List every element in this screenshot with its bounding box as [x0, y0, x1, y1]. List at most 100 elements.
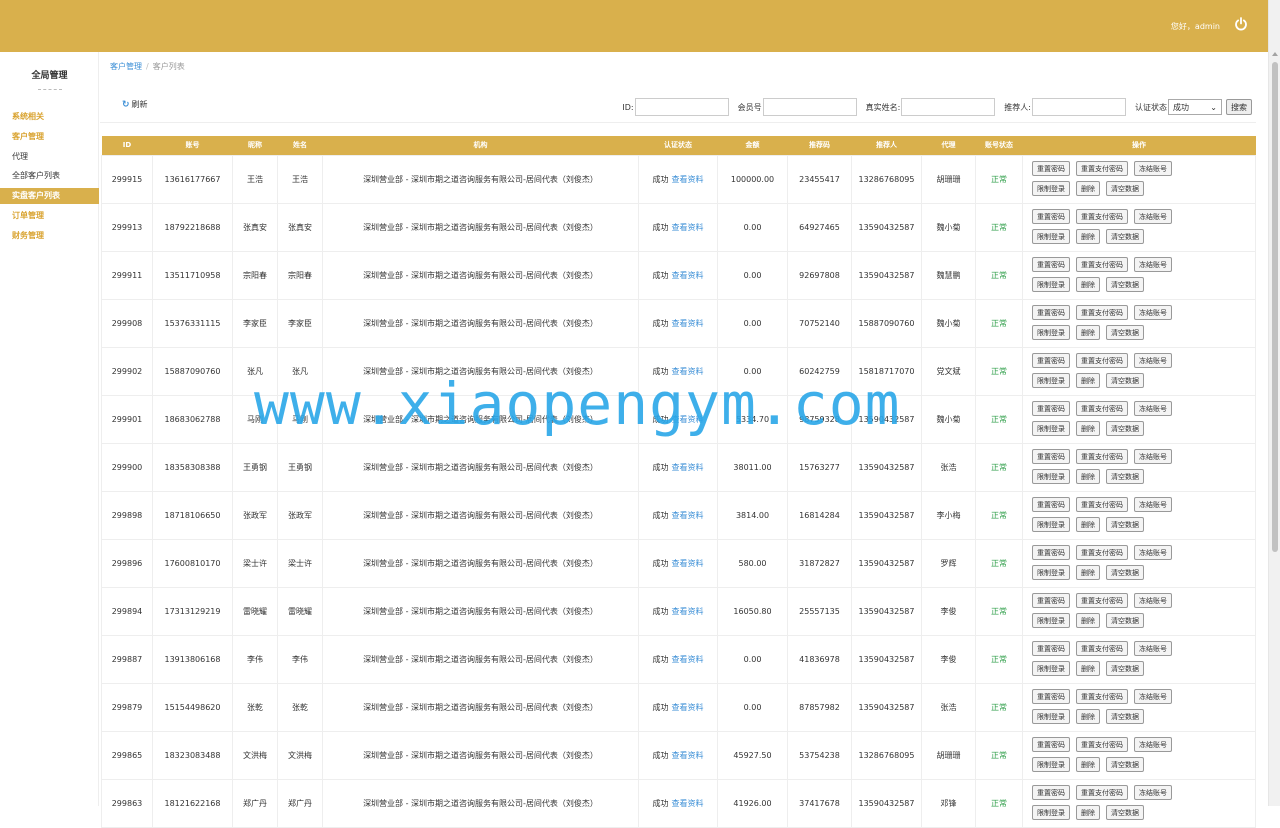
sidebar-item[interactable]: 订单管理	[0, 208, 99, 224]
delete-button[interactable]: 删除	[1076, 469, 1100, 484]
freeze-account-button[interactable]: 冻结账号	[1134, 689, 1172, 704]
sidebar-item[interactable]: 财务管理	[0, 228, 99, 244]
clear-data-button[interactable]: 清空数据	[1106, 661, 1144, 676]
clear-data-button[interactable]: 清空数据	[1106, 709, 1144, 724]
scroll-up-arrow-icon[interactable]	[1272, 52, 1278, 56]
freeze-account-button[interactable]: 冻结账号	[1134, 257, 1172, 272]
reset-password-button[interactable]: 重置密码	[1032, 305, 1070, 320]
restrict-login-button[interactable]: 限制登录	[1032, 229, 1070, 244]
reset-password-button[interactable]: 重置密码	[1032, 401, 1070, 416]
view-profile-link[interactable]: 查看资料	[672, 703, 704, 712]
reset-pay-password-button[interactable]: 重置支付密码	[1076, 737, 1128, 752]
reset-pay-password-button[interactable]: 重置支付密码	[1076, 785, 1128, 800]
view-profile-link[interactable]: 查看资料	[672, 559, 704, 568]
delete-button[interactable]: 删除	[1076, 565, 1100, 580]
delete-button[interactable]: 删除	[1076, 325, 1100, 340]
freeze-account-button[interactable]: 冻结账号	[1134, 545, 1172, 560]
reset-pay-password-button[interactable]: 重置支付密码	[1076, 689, 1128, 704]
restrict-login-button[interactable]: 限制登录	[1032, 421, 1070, 436]
restrict-login-button[interactable]: 限制登录	[1032, 373, 1070, 388]
referrer-input[interactable]	[1032, 98, 1126, 116]
reset-pay-password-button[interactable]: 重置支付密码	[1076, 449, 1128, 464]
clear-data-button[interactable]: 清空数据	[1106, 421, 1144, 436]
reset-password-button[interactable]: 重置密码	[1032, 689, 1070, 704]
reset-password-button[interactable]: 重置密码	[1032, 737, 1070, 752]
restrict-login-button[interactable]: 限制登录	[1032, 661, 1070, 676]
restrict-login-button[interactable]: 限制登录	[1032, 565, 1070, 580]
clear-data-button[interactable]: 清空数据	[1106, 229, 1144, 244]
clear-data-button[interactable]: 清空数据	[1106, 757, 1144, 772]
freeze-account-button[interactable]: 冻结账号	[1134, 449, 1172, 464]
restrict-login-button[interactable]: 限制登录	[1032, 757, 1070, 772]
restrict-login-button[interactable]: 限制登录	[1032, 469, 1070, 484]
freeze-account-button[interactable]: 冻结账号	[1134, 497, 1172, 512]
delete-button[interactable]: 删除	[1076, 517, 1100, 532]
restrict-login-button[interactable]: 限制登录	[1032, 613, 1070, 628]
clear-data-button[interactable]: 清空数据	[1106, 373, 1144, 388]
reset-password-button[interactable]: 重置密码	[1032, 545, 1070, 560]
view-profile-link[interactable]: 查看资料	[672, 511, 704, 520]
reset-pay-password-button[interactable]: 重置支付密码	[1076, 257, 1128, 272]
freeze-account-button[interactable]: 冻结账号	[1134, 593, 1172, 608]
clear-data-button[interactable]: 清空数据	[1106, 517, 1144, 532]
auth-status-select[interactable]: 成功 ⌄	[1168, 99, 1222, 115]
restrict-login-button[interactable]: 限制登录	[1032, 709, 1070, 724]
reset-password-button[interactable]: 重置密码	[1032, 449, 1070, 464]
clear-data-button[interactable]: 清空数据	[1106, 469, 1144, 484]
reset-password-button[interactable]: 重置密码	[1032, 161, 1070, 176]
restrict-login-button[interactable]: 限制登录	[1032, 181, 1070, 196]
reset-password-button[interactable]: 重置密码	[1032, 497, 1070, 512]
view-profile-link[interactable]: 查看资料	[672, 319, 704, 328]
refresh-button[interactable]: ↻ 刷新	[122, 99, 148, 110]
delete-button[interactable]: 删除	[1076, 373, 1100, 388]
realname-input[interactable]	[901, 98, 996, 116]
restrict-login-button[interactable]: 限制登录	[1032, 277, 1070, 292]
scrollbar-thumb[interactable]	[1272, 62, 1278, 552]
delete-button[interactable]: 删除	[1076, 421, 1100, 436]
freeze-account-button[interactable]: 冻结账号	[1134, 161, 1172, 176]
delete-button[interactable]: 删除	[1076, 181, 1100, 196]
view-profile-link[interactable]: 查看资料	[672, 175, 704, 184]
clear-data-button[interactable]: 清空数据	[1106, 325, 1144, 340]
reset-pay-password-button[interactable]: 重置支付密码	[1076, 161, 1128, 176]
delete-button[interactable]: 删除	[1076, 277, 1100, 292]
breadcrumb-parent[interactable]: 客户管理	[110, 62, 142, 71]
sidebar-item[interactable]: 代理	[0, 149, 99, 165]
clear-data-button[interactable]: 清空数据	[1106, 181, 1144, 196]
sidebar-item[interactable]: 实盘客户列表	[0, 188, 99, 205]
view-profile-link[interactable]: 查看资料	[672, 271, 704, 280]
view-profile-link[interactable]: 查看资料	[672, 655, 704, 664]
delete-button[interactable]: 删除	[1076, 805, 1100, 820]
restrict-login-button[interactable]: 限制登录	[1032, 325, 1070, 340]
reset-pay-password-button[interactable]: 重置支付密码	[1076, 641, 1128, 656]
freeze-account-button[interactable]: 冻结账号	[1134, 785, 1172, 800]
freeze-account-button[interactable]: 冻结账号	[1134, 641, 1172, 656]
freeze-account-button[interactable]: 冻结账号	[1134, 737, 1172, 752]
clear-data-button[interactable]: 清空数据	[1106, 613, 1144, 628]
view-profile-link[interactable]: 查看资料	[672, 463, 704, 472]
reset-password-button[interactable]: 重置密码	[1032, 257, 1070, 272]
reset-pay-password-button[interactable]: 重置支付密码	[1076, 593, 1128, 608]
freeze-account-button[interactable]: 冻结账号	[1134, 305, 1172, 320]
sidebar-item[interactable]: 系统相关	[0, 109, 99, 125]
delete-button[interactable]: 删除	[1076, 661, 1100, 676]
member-input[interactable]	[762, 98, 857, 116]
delete-button[interactable]: 删除	[1076, 229, 1100, 244]
reset-password-button[interactable]: 重置密码	[1032, 785, 1070, 800]
freeze-account-button[interactable]: 冻结账号	[1134, 353, 1172, 368]
delete-button[interactable]: 删除	[1076, 613, 1100, 628]
view-profile-link[interactable]: 查看资料	[672, 223, 704, 232]
reset-pay-password-button[interactable]: 重置支付密码	[1076, 497, 1128, 512]
sidebar-item[interactable]: 全部客户列表	[0, 168, 99, 184]
sidebar-item[interactable]: 客户管理	[0, 129, 99, 145]
delete-button[interactable]: 删除	[1076, 757, 1100, 772]
clear-data-button[interactable]: 清空数据	[1106, 565, 1144, 580]
reset-pay-password-button[interactable]: 重置支付密码	[1076, 209, 1128, 224]
clear-data-button[interactable]: 清空数据	[1106, 277, 1144, 292]
restrict-login-button[interactable]: 限制登录	[1032, 517, 1070, 532]
clear-data-button[interactable]: 清空数据	[1106, 805, 1144, 820]
freeze-account-button[interactable]: 冻结账号	[1134, 401, 1172, 416]
reset-pay-password-button[interactable]: 重置支付密码	[1076, 401, 1128, 416]
view-profile-link[interactable]: 查看资料	[672, 799, 704, 808]
reset-password-button[interactable]: 重置密码	[1032, 593, 1070, 608]
